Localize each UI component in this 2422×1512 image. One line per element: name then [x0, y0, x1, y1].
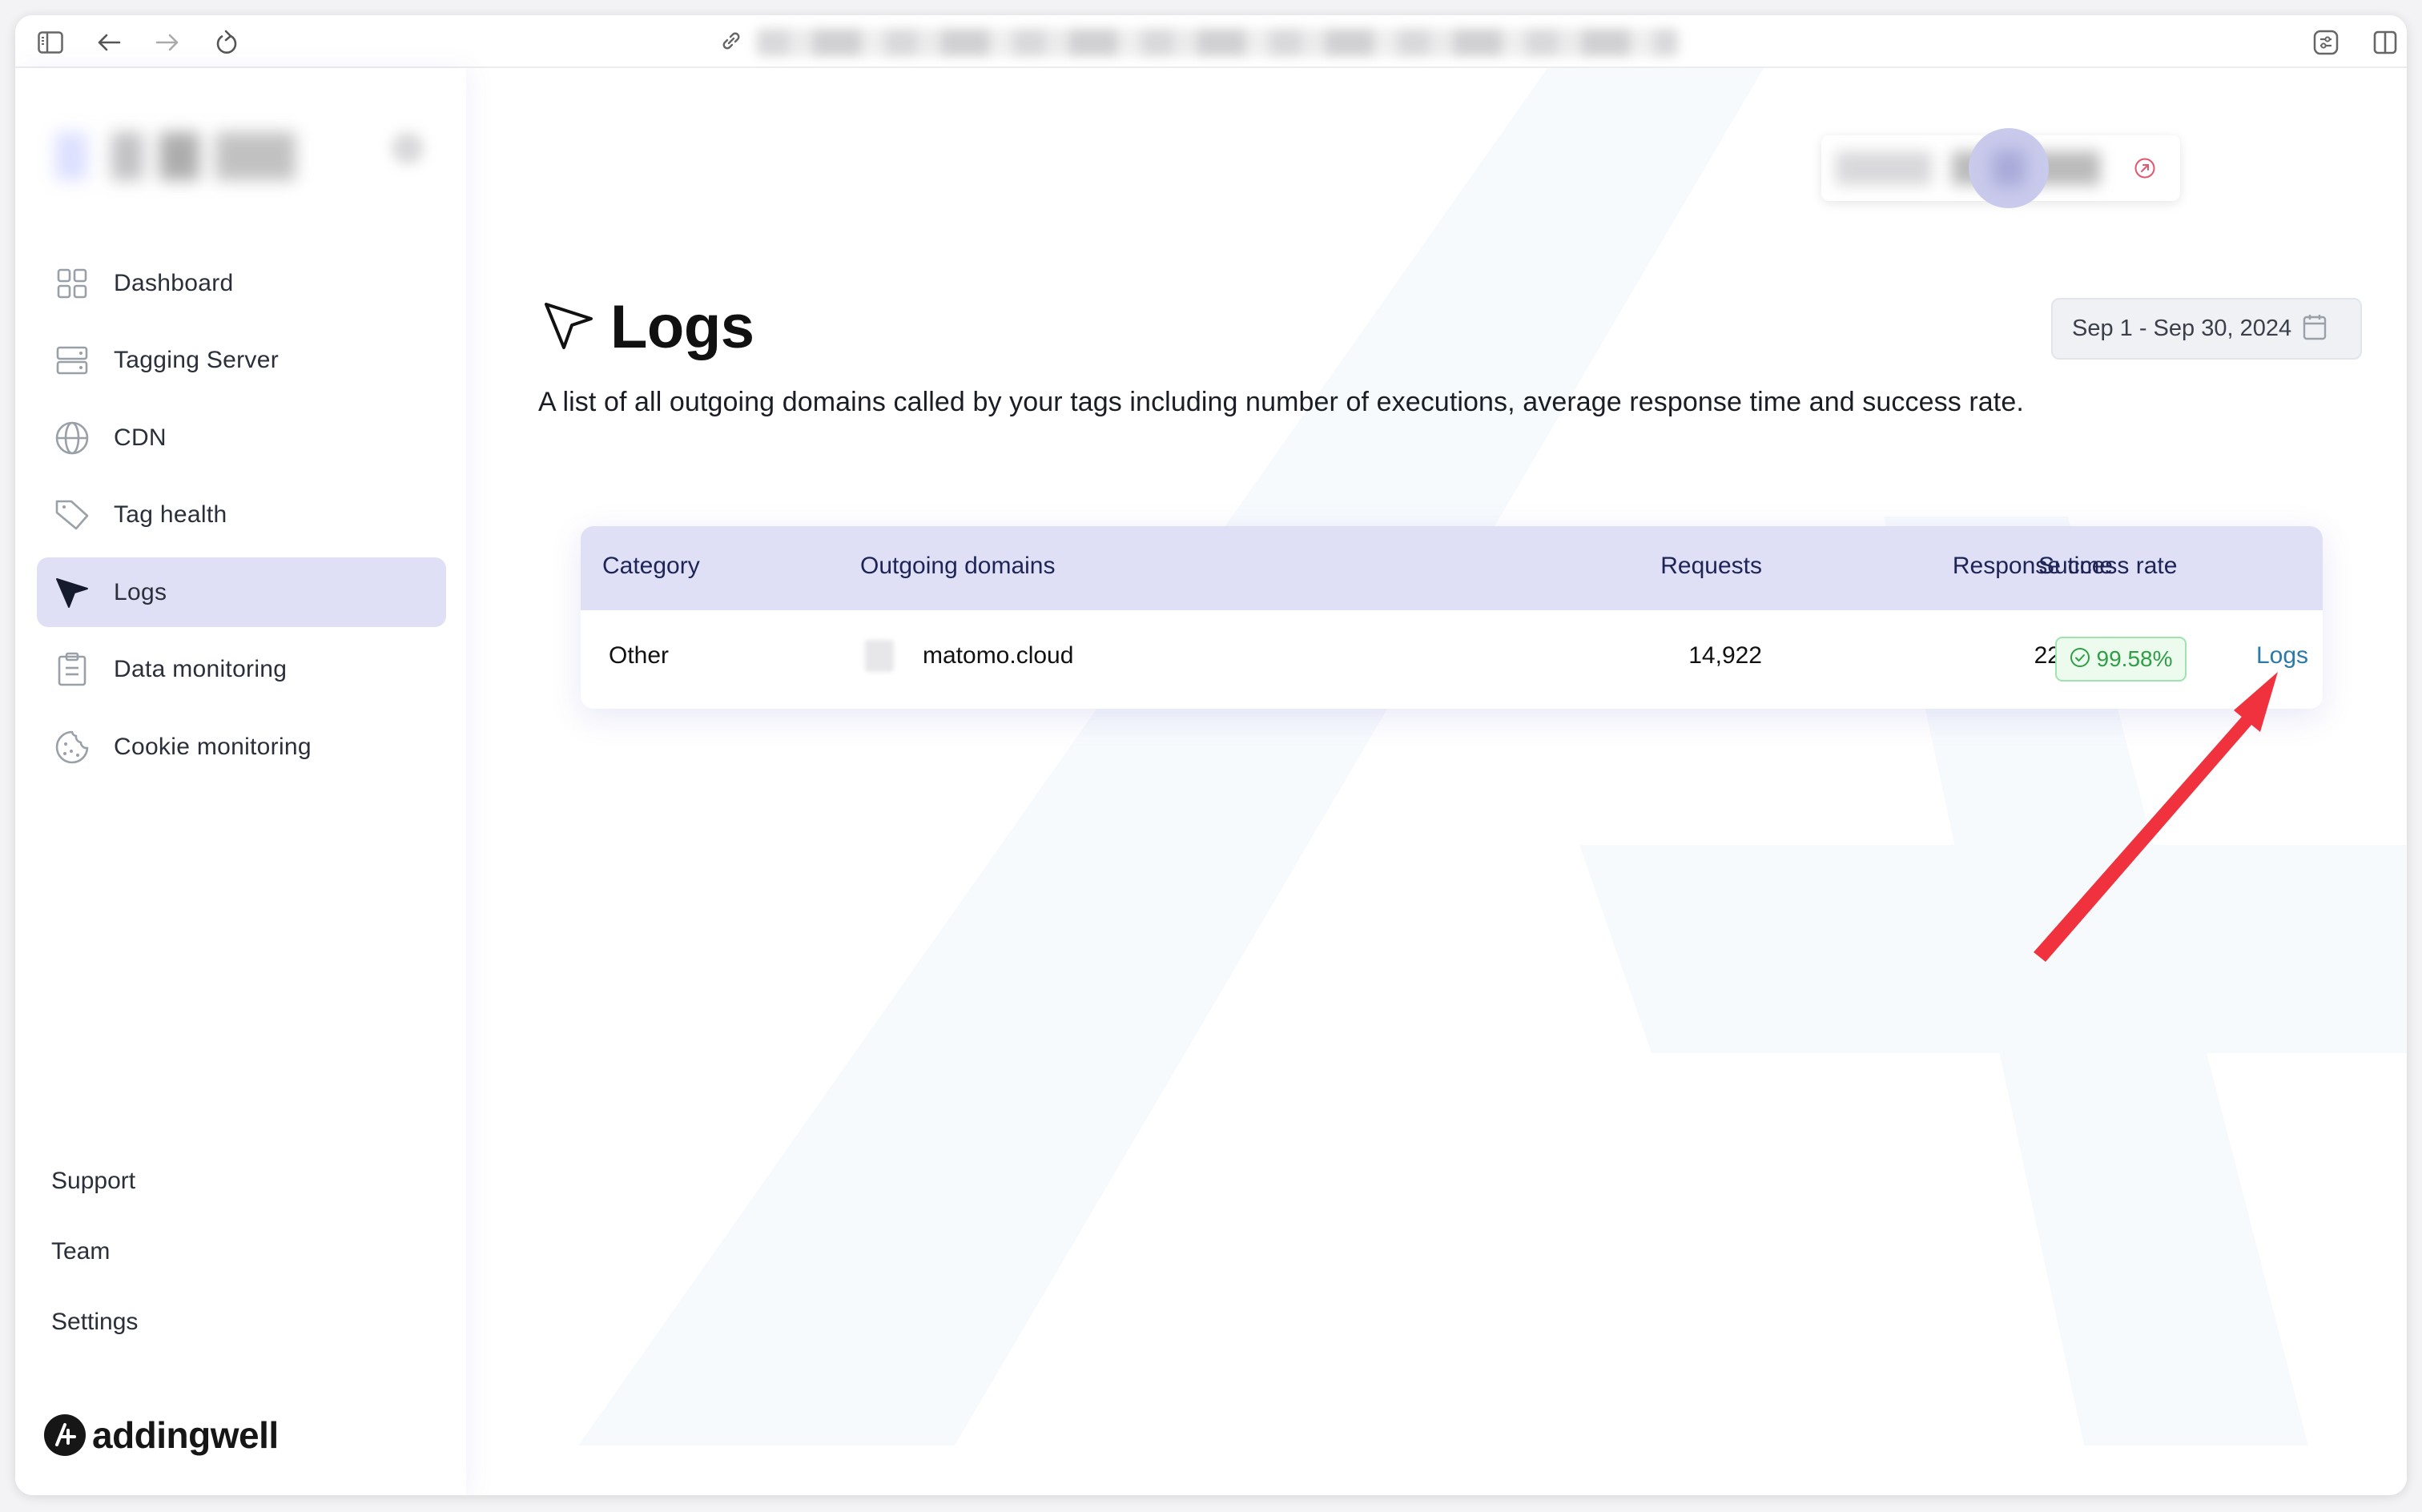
addingwell-logo-icon: [44, 1414, 86, 1456]
split-view-icon[interactable]: [2372, 29, 2399, 56]
browser-toolbar: [15, 15, 2407, 68]
domain-favicon: [865, 640, 894, 672]
column-header-requests[interactable]: Requests: [1660, 553, 1762, 580]
main-content: Logs A list of all outgoing domains call…: [466, 68, 2407, 1495]
user-avatar[interactable]: [1969, 128, 2049, 208]
dashboard-grid-icon: [54, 266, 90, 301]
cookie-icon: [54, 730, 90, 765]
address-bar[interactable]: [720, 28, 1681, 57]
sidebar-toggle-icon[interactable]: [37, 29, 64, 56]
page-title: Logs: [610, 293, 754, 361]
calendar-icon: [2303, 313, 2327, 344]
sidebar-item-label: Dashboard: [114, 269, 234, 296]
success-rate-value: 99.58%: [2096, 646, 2173, 671]
settings-link[interactable]: Settings: [51, 1306, 138, 1377]
cell-category: Other: [609, 642, 670, 669]
outgoing-domains-table: Category Outgoing domains Requests Respo…: [581, 526, 2323, 709]
sidebar-item-dashboard[interactable]: Dashboard: [37, 248, 446, 318]
avatar-initials-blurred: [1993, 151, 2025, 186]
addingwell-logo[interactable]: addingwell: [44, 1413, 279, 1457]
check-circle-icon: [2070, 647, 2090, 672]
page-settings-icon[interactable]: [2312, 29, 2340, 56]
sidebar-item-label: Tagging Server: [114, 347, 279, 373]
clipboard-icon: [54, 652, 90, 687]
external-link-icon[interactable]: [2134, 157, 2156, 179]
sidebar-nav: Dashboard Tagging Server CDN Tag health: [37, 248, 446, 790]
view-logs-link[interactable]: Logs: [2256, 642, 2308, 670]
reload-icon[interactable]: [213, 29, 240, 56]
column-header-category[interactable]: Category: [602, 553, 700, 580]
sidebar-item-data-monitoring[interactable]: Data monitoring: [37, 635, 446, 705]
sidebar-item-tag-health[interactable]: Tag health: [37, 481, 446, 550]
back-arrow-icon[interactable]: [95, 29, 123, 56]
page-description: A list of all outgoing domains called by…: [538, 387, 2024, 417]
column-header-success-rate[interactable]: Success rate: [2038, 553, 2323, 580]
sidebar-item-label: CDN: [114, 424, 167, 451]
cursor-arrow-outline-icon: [543, 300, 594, 355]
success-rate-badge: 99.58%: [2055, 637, 2187, 682]
page-header: Logs: [543, 292, 754, 362]
sidebar-item-logs[interactable]: Logs: [37, 557, 446, 627]
sidebar-bottom-links: Support Team Settings: [51, 1165, 138, 1377]
sidebar-item-tagging-server[interactable]: Tagging Server: [37, 326, 446, 396]
team-link[interactable]: Team: [51, 1236, 138, 1306]
sidebar-item-label: Data monitoring: [114, 656, 288, 682]
container-name-blurred: [1836, 151, 2100, 185]
globe-icon: [54, 420, 90, 456]
cell-domain: matomo.cloud: [923, 642, 1074, 669]
server-icon: [54, 343, 90, 378]
column-header-outgoing-domains[interactable]: Outgoing domains: [860, 553, 1056, 580]
sidebar-item-label: Logs: [114, 578, 167, 605]
collapse-sidebar-icon[interactable]: [392, 132, 424, 164]
support-link[interactable]: Support: [51, 1165, 138, 1236]
logo-wordmark: addingwell: [92, 1414, 279, 1456]
sidebar: Dashboard Tagging Server CDN Tag health: [15, 68, 466, 1495]
date-range-text: Sep 1 - Sep 30, 2024: [2072, 316, 2292, 341]
link-icon: [720, 30, 742, 56]
cursor-arrow-icon: [54, 575, 90, 610]
url-text-blurred: [757, 29, 1678, 56]
forward-arrow-icon[interactable]: [154, 29, 181, 56]
cell-requests: 14,922: [1688, 642, 1762, 669]
background-brand-mark: [578, 68, 2407, 1446]
sidebar-item-cdn[interactable]: CDN: [37, 403, 446, 472]
sidebar-item-cookie-monitoring[interactable]: Cookie monitoring: [37, 712, 446, 782]
table-header: Category Outgoing domains Requests Respo…: [581, 526, 2323, 610]
browser-window: Dashboard Tagging Server CDN Tag health: [15, 15, 2407, 1495]
date-range-picker[interactable]: Sep 1 - Sep 30, 2024: [2051, 298, 2362, 360]
workspace-name-blurred[interactable]: [55, 132, 328, 180]
sidebar-item-label: Cookie monitoring: [114, 733, 312, 760]
tag-icon: [54, 497, 90, 533]
sidebar-item-label: Tag health: [114, 501, 227, 528]
